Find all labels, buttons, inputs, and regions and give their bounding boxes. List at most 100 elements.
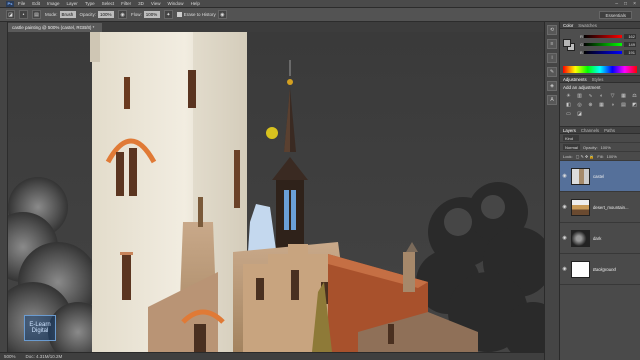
character-icon[interactable]: A (547, 95, 557, 105)
blend-row: Normal Opacity: 100% (560, 143, 640, 152)
tab-layers[interactable]: Layers (563, 128, 576, 133)
foreground-color-swatch[interactable] (563, 39, 571, 47)
mode-select[interactable]: Brush (59, 11, 76, 18)
erase-history-checkbox[interactable] (176, 12, 182, 17)
green-slider[interactable]: G 149 (580, 41, 640, 47)
blue-slider[interactable]: B 191 (580, 49, 640, 55)
options-bar: ◪ • ▤ Mode: Brush Opacity: 100% ◉ Flow: … (0, 8, 640, 22)
brush-preset-icon[interactable]: • (19, 10, 28, 19)
menu-window[interactable]: Window (168, 1, 184, 6)
invert-icon[interactable]: ◑ (609, 101, 616, 108)
fill-value[interactable]: 100% (607, 154, 617, 159)
adjustments-title: Add an adjustment (563, 85, 601, 90)
pressure-size-icon[interactable]: ◉ (217, 10, 227, 19)
hue-saturation-icon[interactable]: ▦ (620, 92, 627, 99)
tab-adjustments[interactable]: Adjustments (563, 77, 587, 82)
close-icon[interactable]: × (633, 1, 636, 7)
eraser-tool-icon[interactable]: ◪ (6, 10, 15, 19)
properties-icon[interactable]: ≡ (547, 39, 557, 49)
layer-opacity-value[interactable]: 100% (601, 145, 611, 150)
menu-bar: Ps File Edit Image Layer Type Select Fil… (0, 0, 640, 8)
adjustment-icons: ☀ ▥ ∿ ◐ ▽ ▦ ⚖ ◧ ◎ ⊕ ▦ ◑ ▤ ◩ ▭ ◪ (560, 92, 640, 117)
maximize-icon[interactable]: □ (624, 1, 627, 7)
tab-channels[interactable]: Channels (581, 128, 599, 133)
photo-filter-icon[interactable]: ◎ (576, 101, 583, 108)
menu-filter[interactable]: Filter (121, 1, 131, 6)
brush-icon[interactable]: ✎ (547, 67, 557, 77)
canvas-artwork (8, 32, 544, 352)
minimize-icon[interactable]: – (615, 1, 618, 7)
menu-help[interactable]: Help (191, 1, 200, 6)
channel-mixer-icon[interactable]: ⊕ (587, 101, 594, 108)
airbrush-icon[interactable]: ✦ (163, 10, 173, 19)
layer-name: castel (593, 173, 605, 179)
visibility-eye-icon[interactable]: ◉ (560, 173, 569, 179)
visibility-eye-icon[interactable]: ◉ (560, 235, 569, 241)
opacity-label: Opacity: (79, 12, 97, 17)
flow-label: Flow: (131, 12, 142, 17)
collapsed-panels-dock: ⟲ ≡ i ✎ ◈ A (544, 22, 560, 360)
tab-styles[interactable]: Styles (592, 77, 604, 82)
layer-name: desert_mountain... (593, 204, 629, 210)
watermark-logo: E-Learn Digital (24, 315, 56, 341)
green-value[interactable]: 149 (624, 41, 636, 47)
blue-value[interactable]: 191 (624, 49, 636, 55)
layer-thumbnail (571, 260, 590, 278)
menu-layer[interactable]: Layer (67, 1, 78, 6)
window-controls: – □ × (615, 1, 636, 7)
color-panel: R 162 G 149 B 191 (560, 29, 640, 76)
lock-label: Lock: (563, 153, 573, 159)
menu-image[interactable]: Image (47, 1, 60, 6)
clone-source-icon[interactable]: ◈ (547, 81, 557, 91)
workspace-switcher[interactable]: Essentials (599, 11, 632, 19)
red-value[interactable]: 162 (624, 33, 636, 39)
color-spectrum[interactable] (563, 66, 637, 73)
menu-edit[interactable]: Edit (32, 1, 40, 6)
curves-icon[interactable]: ∿ (587, 92, 594, 99)
app-logo: Ps (6, 0, 14, 7)
canvas[interactable] (8, 32, 544, 352)
menu-view[interactable]: View (151, 1, 161, 6)
layer-row-background[interactable]: ◉ Background (560, 254, 640, 285)
tab-paths[interactable]: Paths (604, 128, 615, 133)
brush-cursor (266, 127, 278, 139)
tab-color[interactable]: Color (563, 23, 573, 28)
tab-swatches[interactable]: Swatches (578, 23, 597, 28)
color-lookup-icon[interactable]: ▦ (598, 101, 605, 108)
lock-icons[interactable]: ▢ ✎ ✥ 🔒 (576, 154, 595, 159)
layers-panel-tabs: Layers Channels Paths (560, 127, 640, 134)
layer-filter-row: Kind (560, 134, 640, 143)
red-slider[interactable]: R 162 (580, 33, 640, 39)
menu-file[interactable]: File (18, 1, 25, 6)
visibility-eye-icon[interactable]: ◉ (560, 204, 569, 210)
menu-type[interactable]: Type (85, 1, 95, 6)
layer-row-desert-mountain[interactable]: ◉ desert_mountain... (560, 192, 640, 223)
info-icon[interactable]: i (547, 53, 557, 63)
color-balance-icon[interactable]: ⚖ (631, 92, 638, 99)
opacity-input[interactable]: 100% (98, 11, 115, 18)
gradient-map-icon[interactable]: ▭ (565, 110, 572, 117)
layer-row-dark[interactable]: ◉ dark (560, 223, 640, 254)
flow-input[interactable]: 100% (143, 11, 160, 18)
brush-panel-icon[interactable]: ▤ (32, 10, 41, 19)
history-icon[interactable]: ⟲ (547, 25, 557, 35)
threshold-icon[interactable]: ◩ (631, 101, 638, 108)
brightness-icon[interactable]: ☀ (565, 92, 572, 99)
layer-kind-filter[interactable]: Kind (563, 135, 579, 141)
erase-history-label: Erase to History (183, 12, 216, 17)
posterize-icon[interactable]: ▤ (620, 101, 627, 108)
menu-3d[interactable]: 3D (138, 1, 144, 6)
black-white-icon[interactable]: ◧ (565, 101, 572, 108)
zoom-level[interactable]: 500% (4, 354, 16, 359)
vibrance-icon[interactable]: ▽ (609, 92, 616, 99)
blend-mode-select[interactable]: Normal (563, 144, 580, 150)
exposure-icon[interactable]: ◐ (598, 92, 605, 99)
layer-row-castel[interactable]: ◉ castel (560, 161, 640, 192)
right-panels: Color Swatches R 162 G 149 B 191 Adjustm… (560, 22, 640, 360)
levels-icon[interactable]: ▥ (576, 92, 583, 99)
menu-select[interactable]: Select (102, 1, 115, 6)
visibility-eye-icon[interactable]: ◉ (560, 266, 569, 272)
selective-color-icon[interactable]: ◪ (576, 110, 583, 117)
document-tab[interactable]: castle painting @ 500% (castel, RGB/8) * (8, 23, 103, 32)
pressure-opacity-icon[interactable]: ◉ (118, 10, 128, 19)
